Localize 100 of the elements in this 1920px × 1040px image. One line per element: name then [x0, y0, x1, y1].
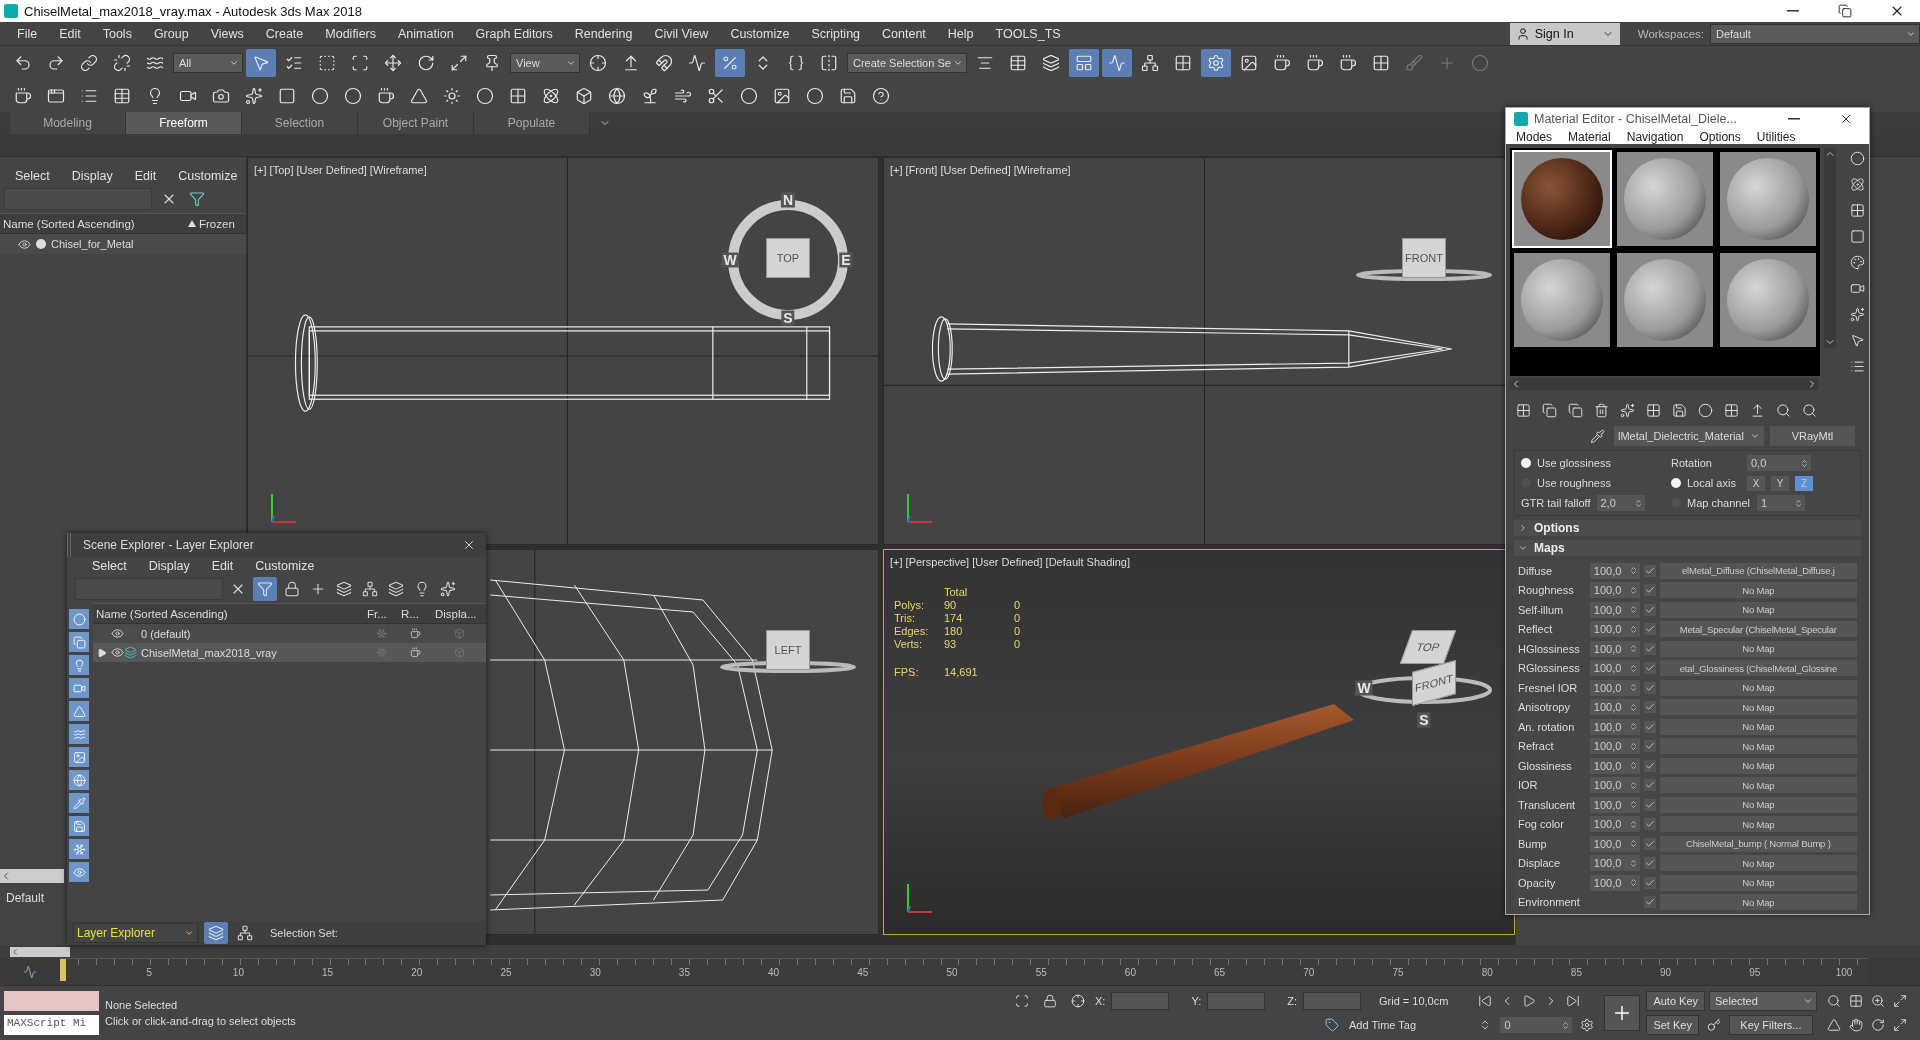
amount-field[interactable]: 100,0 [1589, 562, 1640, 579]
menu-item[interactable]: Tools [91, 26, 143, 41]
map-slot-button[interactable]: No Map [1659, 601, 1857, 618]
menu-item[interactable]: Select [4, 169, 61, 183]
view-cube-face[interactable]: FRONT [1402, 238, 1446, 278]
menu-item[interactable]: Options [1691, 130, 1749, 144]
column-header[interactable]: R... [398, 607, 432, 620]
menu-item[interactable]: Modes [1508, 130, 1561, 144]
toolbar-dropdown[interactable]: View [510, 53, 580, 73]
viewport-label[interactable]: [+] [Front] [User Defined] [Wireframe] [890, 164, 1071, 176]
sign-in-button[interactable]: Sign In [1509, 22, 1620, 45]
view-cube-face[interactable]: TOP [1399, 630, 1457, 664]
radio-option[interactable]: Use roughness [1521, 475, 1671, 491]
ribbon-tab[interactable]: Object Paint [358, 112, 474, 134]
menu-item[interactable]: Scripting [800, 26, 872, 41]
ribbon-tab[interactable]: Modeling [10, 112, 126, 134]
view-cube-face[interactable]: LEFT [766, 630, 810, 670]
amount-field[interactable]: 100,0 [1589, 757, 1640, 774]
map-slot-button[interactable]: No Map [1659, 816, 1857, 833]
compass-letter[interactable]: S [781, 310, 795, 326]
compass-letter[interactable]: S [1417, 712, 1431, 728]
set-key-mode-button[interactable]: Set Key [1646, 1015, 1699, 1035]
menu-item[interactable]: Content [871, 26, 937, 41]
column-header[interactable]: Displa... [432, 607, 486, 620]
gtr-field[interactable]: 2,0 [1596, 495, 1645, 511]
explorer-mode-dropdown[interactable]: Layer Explorer [73, 923, 198, 943]
map-slot-button[interactable]: No Map [1659, 699, 1857, 716]
amount-field[interactable]: 100,0 [1589, 640, 1640, 657]
rotation-field[interactable]: 0,0 [1747, 455, 1811, 471]
toolbar-dropdown[interactable]: Create Selection Se [847, 53, 967, 73]
viewport-label[interactable]: [+] [Perspective] [User Defined] [Default Shading] [890, 556, 1130, 568]
map-slot-button[interactable]: No Map [1659, 874, 1857, 891]
amount-field[interactable]: 100,0 [1589, 796, 1640, 813]
map-channel-field[interactable]: 1 [1757, 495, 1805, 511]
ribbon-tab[interactable]: Selection [242, 112, 358, 134]
menu-item[interactable]: Customize [244, 559, 326, 573]
ribbon-tab[interactable]: Freeform [126, 112, 242, 134]
menu-item[interactable]: Create [254, 26, 315, 41]
compass-letter[interactable]: W [1355, 680, 1373, 696]
compass-letter[interactable]: W [721, 252, 739, 268]
menu-item[interactable]: Customize [167, 169, 249, 183]
menu-item[interactable]: Edit [200, 559, 245, 573]
layer-row[interactable]: ChiselMetal_max2018_vray [93, 643, 486, 662]
amount-field[interactable]: 100,0 [1589, 621, 1640, 638]
map-slot-button[interactable]: Metal_Specular (ChiselMetal_Specular [1659, 621, 1857, 638]
viewport[interactable]: [+] [Perspective] [User Defined] [Default Shading] Total Polys: 90 0 Tris: 174 0 Edges: 180 0 Verts: 93 0 FPS: 14,691 TOP FRONT W S [883, 549, 1515, 935]
amount-field[interactable]: 100,0 [1589, 835, 1640, 852]
map-slot-button[interactable]: No Map [1659, 796, 1857, 813]
map-slot-button[interactable]: No Map [1659, 894, 1857, 911]
key-filters-button[interactable]: Key Filters... [1728, 1015, 1813, 1035]
menu-item[interactable]: Graph Editors [464, 26, 564, 41]
menu-item[interactable]: Utilities [1748, 130, 1804, 144]
viewport-label[interactable]: [+] [Top] [User Defined] [Wireframe] [254, 164, 427, 176]
map-slot-button[interactable]: No Map [1659, 855, 1857, 872]
menu-item[interactable]: TOOLS_TS [984, 26, 1072, 41]
menu-item[interactable]: Rendering [563, 26, 644, 41]
menu-item[interactable]: Edit [48, 26, 92, 41]
column-header[interactable]: Fr... [364, 607, 398, 620]
compass-letter[interactable]: N [780, 192, 796, 208]
auto-key-button[interactable]: Auto Key [1646, 991, 1705, 1011]
amount-field[interactable]: 100,0 [1589, 699, 1640, 716]
amount-field[interactable]: 100,0 [1589, 855, 1640, 872]
map-slot-button[interactable]: ChiselMetal_bump ( Normal Bump ) [1659, 835, 1857, 852]
menu-item[interactable]: Customize [719, 26, 801, 41]
menu-item[interactable]: Display [137, 559, 201, 573]
menu-item[interactable]: Material [1560, 130, 1619, 144]
amount-field[interactable]: 100,0 [1589, 738, 1640, 755]
map-slot-button[interactable]: No Map [1659, 777, 1857, 794]
menu-item[interactable]: Animation [387, 26, 465, 41]
radio-option[interactable]: Map channel [1671, 495, 1751, 511]
map-slot-button[interactable]: No Map [1659, 679, 1857, 696]
map-slot-button[interactable]: No Map [1659, 582, 1857, 599]
map-slot-button[interactable]: No Map [1659, 718, 1857, 735]
compass-letter[interactable]: E [839, 252, 853, 268]
menu-item[interactable]: Navigation [1618, 130, 1692, 144]
menu-item[interactable]: Modifiers [314, 26, 387, 41]
column-header[interactable]: Frozen [196, 217, 246, 230]
script-listener-field[interactable]: MAXScript Mi [4, 1015, 99, 1035]
map-slot-button[interactable]: elMetal_Diffuse (ChiselMetal_Diffuse.j [1659, 562, 1857, 579]
map-slot-button[interactable]: etal_Glossiness (ChiselMetal_Glossine [1659, 660, 1857, 677]
menu-item[interactable]: Edit [123, 169, 168, 183]
radio-option[interactable]: Local axis [1671, 475, 1741, 491]
menu-item[interactable]: Select [81, 559, 138, 573]
menu-item[interactable]: Display [60, 169, 124, 183]
amount-field[interactable]: 100,0 [1589, 874, 1640, 891]
map-slot-button[interactable]: No Map [1659, 738, 1857, 755]
frame-field[interactable]: 0 [1500, 1017, 1573, 1033]
amount-field[interactable]: 100,0 [1589, 777, 1640, 794]
time-tag-label[interactable]: Add Time Tag [1349, 1019, 1417, 1031]
menu-item[interactable]: Group [142, 26, 200, 41]
radio-option[interactable]: Use glossiness [1521, 455, 1671, 471]
amount-field[interactable]: 100,0 [1589, 601, 1640, 618]
ribbon-tab[interactable]: Populate [474, 112, 590, 134]
view-cube-face[interactable]: TOP [766, 238, 810, 278]
menu-item[interactable]: File [6, 26, 49, 41]
key-mode-dropdown[interactable]: Selected [1709, 991, 1817, 1011]
amount-field[interactable]: 100,0 [1589, 816, 1640, 833]
axis-toggle[interactable]: Y [1771, 475, 1789, 491]
rollout-header[interactable]: Options [1514, 520, 1861, 536]
menu-item[interactable]: Views [199, 26, 255, 41]
